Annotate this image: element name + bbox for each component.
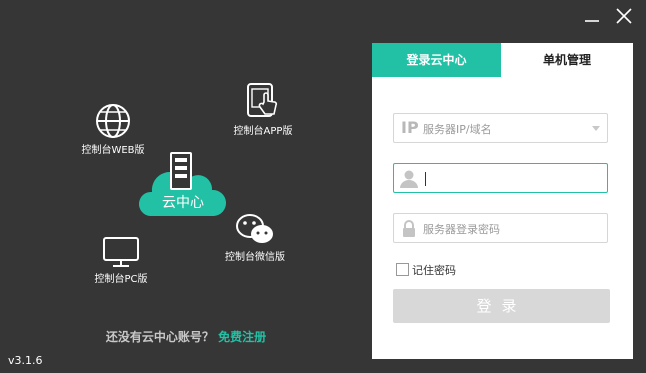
tablet-touch-icon [247,83,278,117]
register-prompt: 还没有云中心账号？ 免费注册 [0,328,372,345]
login-panel: 登录云中心 单机管理 IP 服务器IP/域名 服务器登录密码 记住密码 登录 [372,43,633,359]
globe-icon [96,104,130,138]
cloud-center-badge: 云中心 [138,148,228,220]
wechat-console-label: 控制台微信版 [225,252,285,263]
login-button[interactable]: 登录 [393,289,610,323]
server-address-select[interactable]: IP 服务器IP/域名 [393,113,608,143]
minimize-icon [585,20,599,22]
pc-console-label: 控制台PC版 [94,274,148,285]
feature-pc-console: 控制台PC版 [86,236,156,285]
version-label: v3.1.6 [8,354,43,367]
chevron-down-icon[interactable] [592,126,600,131]
minimize-button[interactable] [581,6,603,28]
feature-wechat-console: 控制台微信版 [216,212,294,263]
close-button[interactable] [613,6,635,28]
feature-app-console: 控制台APP版 [224,82,302,137]
app-console-label: 控制台APP版 [233,126,293,137]
user-icon [400,170,418,188]
lock-icon [403,220,415,237]
tab-local-manage[interactable]: 单机管理 [501,43,633,77]
tab-cloud-login[interactable]: 登录云中心 [372,43,501,77]
server-address-placeholder: 服务器IP/域名 [423,123,492,136]
cloud-center-label: 云中心 [162,195,204,211]
remember-password-checkbox[interactable]: 记住密码 [396,262,456,278]
wechat-icon [236,214,273,243]
app-window: 控制台WEB版 控制台APP版 云中心 控制台PC版 控制台微信版 还没有云中心… [0,0,646,373]
password-placeholder: 服务器登录密码 [423,223,500,236]
monitor-icon [103,237,139,267]
remember-password-label: 记住密码 [412,264,456,277]
register-question: 还没有云中心账号？ [105,330,214,344]
close-icon [616,8,632,24]
register-link[interactable]: 免费注册 [218,330,266,344]
ip-tag: IP [401,118,419,137]
username-input[interactable] [393,163,608,193]
text-cursor [425,172,426,186]
password-input[interactable]: 服务器登录密码 [393,213,608,243]
checkbox-icon[interactable] [396,263,409,276]
